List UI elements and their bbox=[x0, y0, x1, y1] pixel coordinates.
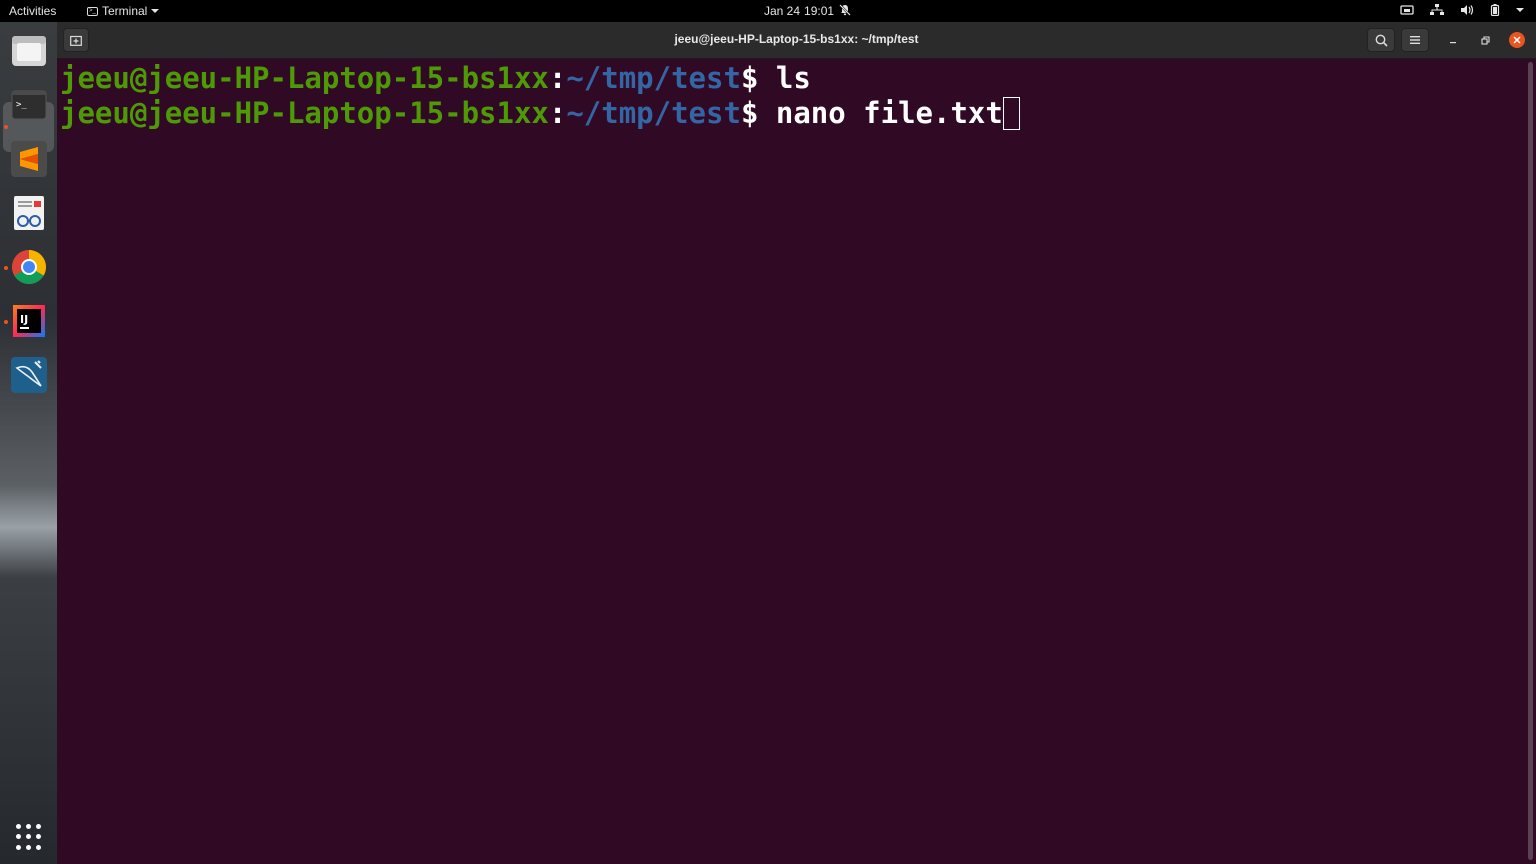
minimize-button[interactable] bbox=[1445, 32, 1461, 48]
terminal-mini-icon: >_ bbox=[87, 6, 98, 16]
system-tray[interactable] bbox=[1400, 4, 1524, 16]
files-icon bbox=[12, 36, 46, 66]
mysql-workbench-icon bbox=[11, 357, 47, 393]
dock: >_ IJ bbox=[0, 22, 57, 864]
window-title: jeeu@jeeu-HP-Laptop-15-bs1xx: ~/tmp/test bbox=[674, 32, 919, 46]
restore-icon bbox=[1480, 35, 1490, 45]
notifications-off-icon bbox=[839, 4, 851, 16]
terminal-window: jeeu@jeeu-HP-Laptop-15-bs1xx: ~/tmp/test bbox=[57, 22, 1536, 864]
close-button[interactable] bbox=[1509, 32, 1525, 48]
dock-item-sublime-text[interactable] bbox=[10, 140, 48, 178]
sublime-text-icon bbox=[11, 141, 47, 177]
command-text: nano file.txt bbox=[775, 96, 1003, 130]
terminal-running-indicator bbox=[4, 125, 8, 129]
terminal-icon: >_ bbox=[11, 90, 47, 120]
document-viewer-icon bbox=[14, 196, 44, 230]
app-menu[interactable]: >_ Terminal bbox=[87, 4, 160, 18]
intellij-running-indicator bbox=[4, 320, 8, 324]
svg-text:>_: >_ bbox=[16, 100, 27, 110]
prompt-symbol: $ bbox=[740, 61, 776, 95]
command-text: ls bbox=[775, 61, 811, 95]
prompt-path: ~/tmp/test bbox=[566, 96, 741, 130]
volume-icon bbox=[1461, 5, 1474, 15]
dock-item-document-viewer[interactable] bbox=[10, 194, 48, 232]
chrome-running-indicator bbox=[4, 266, 8, 270]
system-menu-chevron-icon bbox=[1516, 8, 1524, 12]
window-headerbar[interactable]: jeeu@jeeu-HP-Laptop-15-bs1xx: ~/tmp/test bbox=[57, 22, 1536, 59]
battery-icon bbox=[1490, 4, 1500, 16]
text-cursor bbox=[1002, 97, 1020, 130]
chrome-icon bbox=[12, 250, 46, 284]
dock-item-files[interactable] bbox=[10, 32, 48, 70]
clock-time: 19:01 bbox=[804, 4, 835, 18]
clock-date: Jan 24 bbox=[764, 4, 801, 18]
menu-button[interactable] bbox=[1401, 28, 1429, 52]
terminal-line: jeeu@jeeu-HP-Laptop-15-bs1xx:~/tmp/test$… bbox=[60, 96, 1526, 131]
maximize-button[interactable] bbox=[1477, 32, 1493, 48]
svg-text:IJ: IJ bbox=[20, 313, 28, 326]
prompt-separator: : bbox=[548, 96, 567, 130]
top-bar: Activities >_ Terminal Jan 24 19:01 bbox=[0, 0, 1536, 22]
prompt-user-host: jeeu@jeeu-HP-Laptop-15-bs1xx bbox=[60, 61, 549, 95]
prompt-separator: : bbox=[548, 61, 567, 95]
dock-item-mysql-workbench[interactable] bbox=[10, 356, 48, 394]
activities-button[interactable]: Activities bbox=[9, 4, 56, 18]
terminal-line: jeeu@jeeu-HP-Laptop-15-bs1xx:~/tmp/test$… bbox=[60, 61, 1526, 96]
prompt-user-host: jeeu@jeeu-HP-Laptop-15-bs1xx bbox=[60, 96, 549, 130]
hamburger-menu-icon bbox=[1410, 36, 1420, 44]
terminal-output[interactable]: jeeu@jeeu-HP-Laptop-15-bs1xx:~/tmp/test$… bbox=[60, 58, 1526, 864]
app-menu-label: Terminal bbox=[102, 4, 148, 18]
screen-share-icon bbox=[1400, 5, 1414, 15]
search-icon bbox=[1375, 34, 1388, 47]
prompt-symbol: $ bbox=[740, 96, 776, 130]
search-button[interactable] bbox=[1367, 28, 1395, 52]
dock-item-chrome[interactable] bbox=[10, 248, 48, 286]
dock-item-terminal[interactable]: >_ bbox=[10, 86, 48, 124]
intellij-icon: IJ bbox=[13, 305, 45, 337]
minimize-icon bbox=[1450, 42, 1456, 44]
show-applications-button[interactable] bbox=[16, 824, 42, 850]
prompt-path: ~/tmp/test bbox=[566, 61, 741, 95]
chevron-down-icon bbox=[151, 9, 160, 13]
dock-item-intellij[interactable]: IJ bbox=[10, 302, 48, 340]
terminal-scrollbar[interactable] bbox=[1528, 62, 1533, 860]
close-icon bbox=[1513, 36, 1521, 44]
network-icon bbox=[1430, 4, 1444, 15]
clock[interactable]: Jan 24 19:01 bbox=[764, 4, 834, 18]
